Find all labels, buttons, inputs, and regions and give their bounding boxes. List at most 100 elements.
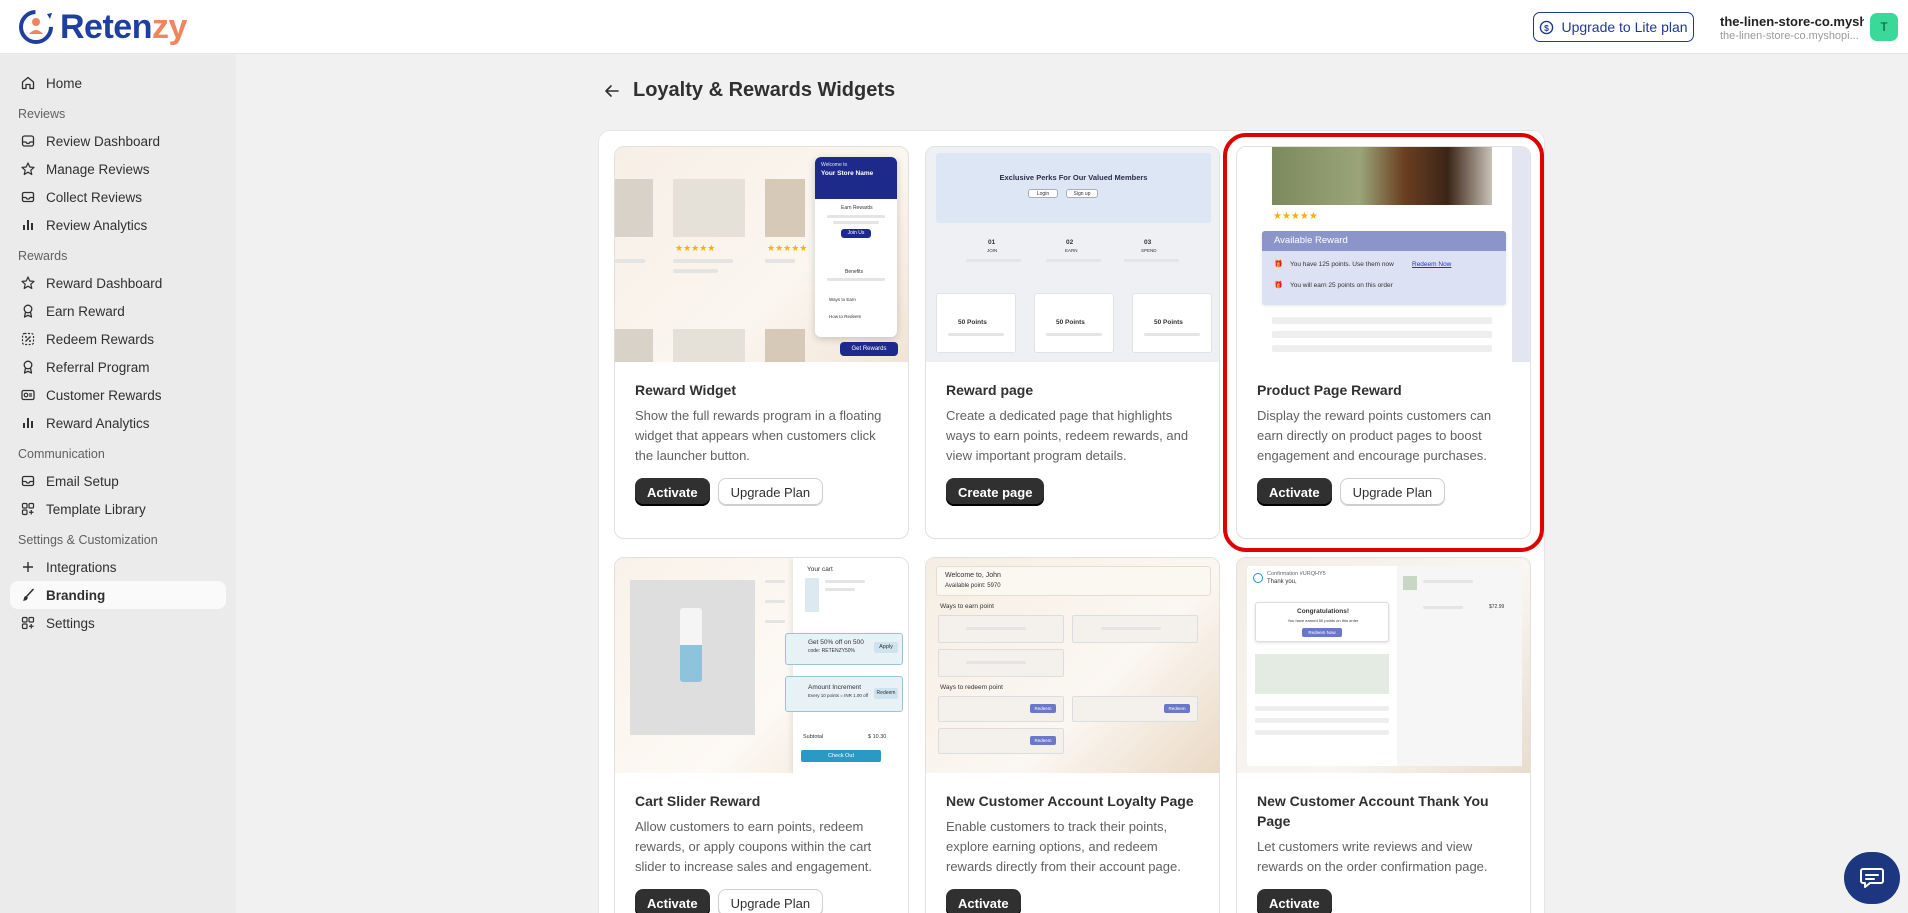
- coupon-code: code: RETENZY50%: [808, 648, 855, 654]
- card-description: Allow customers to earn points, redeem r…: [635, 819, 873, 874]
- sidebar-item-template-library[interactable]: Template Library: [10, 495, 226, 523]
- sidebar-item-label: Reward Dashboard: [46, 275, 163, 291]
- redeem-button: Redeem: [1030, 704, 1056, 713]
- available-reward-title: Available Reward: [1262, 231, 1506, 251]
- create-page-button[interactable]: Create page: [946, 478, 1045, 506]
- reward-page-login: Login: [1028, 189, 1058, 198]
- chat-button[interactable]: [1844, 852, 1900, 904]
- award-icon: [23, 304, 33, 318]
- star-icon: [21, 162, 35, 176]
- increment-redeem-button: Redeem: [874, 688, 898, 699]
- sidebar-item-label: Home: [46, 75, 83, 91]
- bar-chart-icon: [23, 418, 33, 428]
- card-title: Reward Widget: [635, 382, 736, 398]
- cart-drawer: Your cart Get 50% off on 500 code: RETEN…: [785, 558, 908, 773]
- card-product-page-reward: ★★★★★ Available Reward 🎁 You have 125 po…: [1223, 133, 1544, 552]
- sidebar-item-home[interactable]: Home: [10, 69, 226, 97]
- ways-redeem-heading: Ways to redeem point: [940, 684, 1003, 691]
- gift-card-icon: [21, 389, 35, 401]
- upgrade-plan-button[interactable]: $ Upgrade to Lite plan: [1533, 12, 1694, 42]
- avatar[interactable]: T: [1870, 13, 1898, 41]
- sidebar-item-earn-reward[interactable]: Earn Reward: [10, 297, 226, 325]
- activate-button[interactable]: Activate: [946, 889, 1021, 913]
- sidebar-item-label: Review Dashboard: [46, 133, 161, 149]
- stars-icon: ★★★★★: [675, 243, 716, 253]
- sidebar-item-review-analytics[interactable]: Review Analytics: [10, 211, 226, 239]
- preview-thank-you: Confirmation #URQHY5 Thank you, Congratu…: [1237, 558, 1530, 773]
- sidebar-item-redeem-rewards[interactable]: Redeem Rewards: [10, 325, 226, 353]
- welcome-box: Welcome to, John Available point: 5970: [936, 566, 1211, 596]
- card-description: Enable customers to track their points, …: [946, 819, 1181, 874]
- sidebar-item-reward-dashboard[interactable]: Reward Dashboard: [10, 269, 226, 297]
- increment-title: Amount Increment: [808, 684, 862, 691]
- sidebar-item-label: Customer Rewards: [46, 387, 162, 403]
- preview-side-panel: [1512, 147, 1530, 362]
- card-description: Let customers write reviews and view rew…: [1257, 839, 1488, 874]
- sidebar-item-branding[interactable]: Branding: [10, 581, 226, 609]
- order-price: $72.99: [1489, 604, 1505, 610]
- preview-product-page-reward: ★★★★★ Available Reward 🎁 You have 125 po…: [1237, 147, 1530, 362]
- sidebar-item-label: Email Setup: [46, 473, 119, 489]
- bar-chart-icon: [23, 220, 33, 230]
- product-thumb: [673, 329, 745, 362]
- available-reward-box: Available Reward 🎁 You have 125 points. …: [1262, 231, 1506, 305]
- step-number: 01: [988, 239, 996, 246]
- widget-join-button: Join Us: [841, 229, 871, 238]
- subtotal-label: Subtotal: [803, 734, 824, 740]
- store-domain: the-linen-store-co.myshopi...: [1720, 30, 1859, 42]
- check-circle-icon: [1253, 573, 1263, 583]
- store-info[interactable]: the-linen-store-co.mysh... the-linen-sto…: [1720, 14, 1864, 42]
- upgrade-plan-button[interactable]: Upgrade Plan: [1339, 478, 1446, 506]
- widget-earn-title: Earn Rewards: [841, 205, 873, 211]
- step-label: EARN: [1065, 248, 1078, 253]
- store-name: the-linen-store-co.mysh...: [1720, 14, 1864, 29]
- sidebar-item-email-setup[interactable]: Email Setup: [10, 467, 226, 495]
- upgrade-plan-button[interactable]: Upgrade Plan: [717, 889, 824, 913]
- widget-ways-redeem: How to Redeem: [829, 314, 862, 319]
- star-icon: [21, 276, 35, 290]
- coupon-apply-button: Apply: [874, 642, 898, 653]
- activate-button[interactable]: Activate: [1257, 478, 1332, 506]
- award-icon: [23, 360, 33, 374]
- activate-button[interactable]: Activate: [635, 889, 710, 913]
- avatar-initial: T: [1880, 20, 1888, 34]
- card-reward-page: Exclusive Perks For Our Valued Members L…: [925, 146, 1220, 539]
- preview-reward-page: Exclusive Perks For Our Valued Members L…: [926, 147, 1219, 362]
- sidebar: Home Reviews Review Dashboard Manage Rev…: [0, 55, 236, 913]
- chat-icon: [1860, 868, 1884, 888]
- sidebar-item-customer-rewards[interactable]: Customer Rewards: [10, 381, 226, 409]
- logo[interactable]: Retenzy: [16, 7, 187, 47]
- sidebar-item-settings[interactable]: Settings: [10, 609, 226, 637]
- points-label: 50 Points: [1056, 319, 1085, 326]
- page-title: Loyalty & Rewards Widgets: [633, 79, 896, 101]
- sidebar-item-manage-reviews[interactable]: Manage Reviews: [10, 155, 226, 183]
- ways-earn-heading: Ways to earn point: [940, 603, 994, 610]
- sidebar-item-reward-analytics[interactable]: Reward Analytics: [10, 409, 226, 437]
- sidebar-item-integrations[interactable]: Integrations: [10, 553, 226, 581]
- earned-points-text: You have earned 50 points on this order: [1287, 618, 1359, 623]
- mail-icon: [21, 191, 35, 203]
- upgrade-plan-button[interactable]: Upgrade Plan: [717, 478, 824, 506]
- sidebar-item-label: Collect Reviews: [46, 189, 143, 205]
- sidebar-section-rewards: Rewards: [18, 249, 68, 263]
- card-title: New Customer Account Loyalty Page: [946, 793, 1194, 809]
- sidebar-item-label: Referral Program: [46, 359, 150, 375]
- logo-text-part1: Reten: [60, 7, 152, 46]
- checkout-button: Check Out: [801, 750, 881, 762]
- stars-icon: ★★★★★: [767, 243, 808, 253]
- arrow-left-icon[interactable]: [603, 82, 621, 100]
- apps-icon: [21, 502, 35, 516]
- dollar-circle-icon: $: [1540, 20, 1554, 34]
- map-icon: [1255, 654, 1389, 694]
- sidebar-item-label: Earn Reward: [46, 303, 125, 319]
- activate-button[interactable]: Activate: [635, 478, 710, 506]
- activate-button[interactable]: Activate: [1257, 889, 1332, 913]
- sidebar-item-collect-reviews[interactable]: Collect Reviews: [10, 183, 226, 211]
- card-account-loyalty-page: Welcome to, John Available point: 5970 W…: [925, 557, 1220, 913]
- sidebar-item-review-dashboard[interactable]: Review Dashboard: [10, 127, 226, 155]
- sidebar-item-referral-program[interactable]: Referral Program: [10, 353, 226, 381]
- sidebar-section-settings: Settings & Customization: [18, 533, 158, 547]
- preview-cart-slider: Your cart Get 50% off on 500 code: RETEN…: [615, 558, 908, 773]
- thank-you-text: Thank you,: [1267, 579, 1297, 585]
- coupon-title: Get 50% off on 500: [808, 639, 864, 646]
